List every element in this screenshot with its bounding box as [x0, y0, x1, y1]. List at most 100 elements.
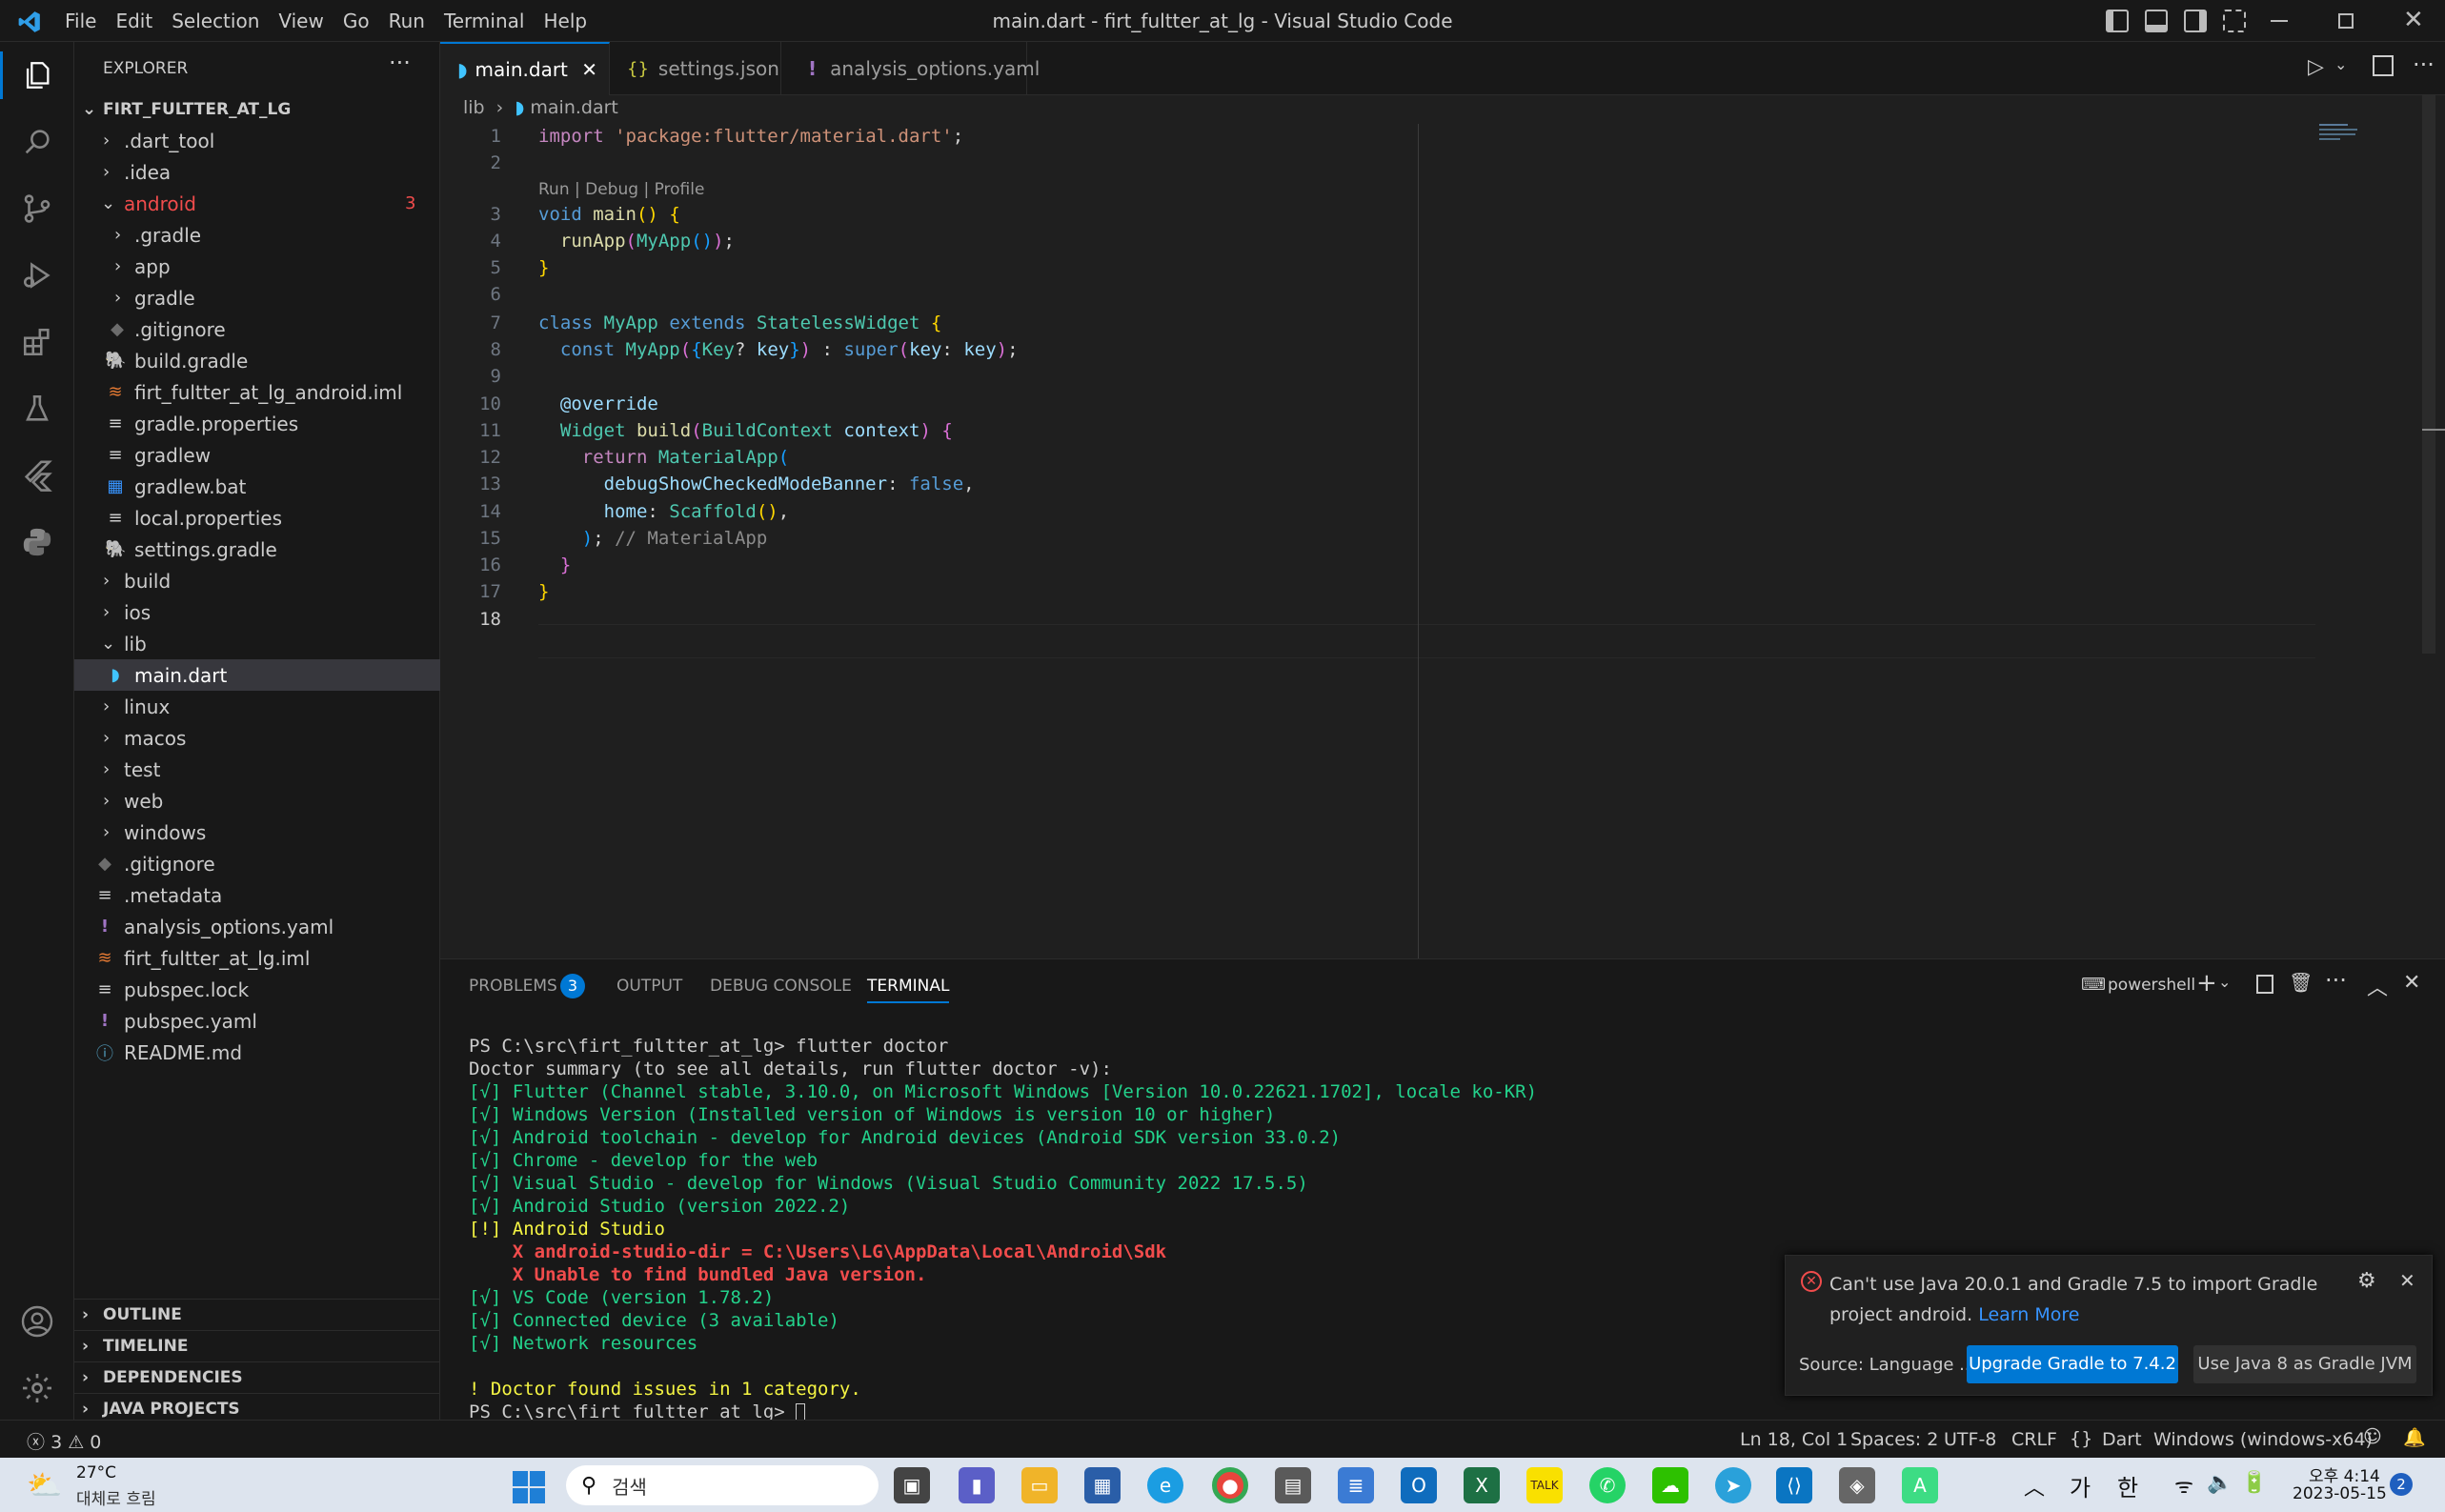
- breadcrumb-file[interactable]: main.dart: [530, 97, 617, 118]
- tree-item-gradlew[interactable]: ≡ gradlew: [74, 439, 440, 471]
- problems-status[interactable]: ⓧ 3 ⚠ 0: [27, 1428, 101, 1454]
- volume-icon[interactable]: 🔈: [2207, 1471, 2233, 1495]
- close-tab-icon[interactable]: ✕: [581, 58, 597, 81]
- tree-item-gradle[interactable]: › gradle: [74, 282, 440, 313]
- menu-edit[interactable]: Edit: [106, 10, 162, 32]
- menu-go[interactable]: Go: [333, 10, 379, 32]
- feedback-icon[interactable]: ☺: [2363, 1426, 2382, 1447]
- tree-item-analysis-options[interactable]: ! analysis_options.yaml: [74, 911, 440, 942]
- customize-layout-icon[interactable]: [2223, 10, 2246, 32]
- vscode-taskbar-icon[interactable]: ⟨⟩: [1776, 1467, 1812, 1503]
- source-control-icon[interactable]: [13, 185, 61, 232]
- tab-debug-console[interactable]: DEBUG CONSOLE: [710, 977, 852, 996]
- codelens-run-debug-profile[interactable]: Run | Debug | Profile: [538, 180, 704, 199]
- menu-file[interactable]: File: [55, 10, 106, 32]
- tree-item-root-iml[interactable]: ≋ firt_fultter_at_lg.iml: [74, 942, 440, 974]
- tab-settings-json[interactable]: {} settings.json: [610, 42, 781, 95]
- microsoft-store-icon[interactable]: ▦: [1084, 1467, 1121, 1503]
- split-terminal-icon[interactable]: [2256, 975, 2273, 994]
- tree-item-metadata[interactable]: ≡ .metadata: [74, 879, 440, 911]
- menu-terminal[interactable]: Terminal: [434, 10, 535, 32]
- panel-more-icon[interactable]: ···: [2325, 967, 2347, 994]
- tree-item-build[interactable]: › build: [74, 565, 440, 596]
- telegram-icon[interactable]: ➤: [1715, 1467, 1751, 1503]
- tray-overflow-chevron-icon[interactable]: ︿: [2024, 1471, 2045, 1502]
- notification-count-badge[interactable]: 2: [2390, 1473, 2413, 1496]
- tree-item-idea[interactable]: › .idea: [74, 156, 440, 188]
- restore-icon[interactable]: [2338, 13, 2354, 29]
- minimap[interactable]: [2319, 124, 2365, 152]
- split-editor-icon[interactable]: [2373, 55, 2394, 76]
- new-terminal-icon[interactable]: +: [2196, 969, 2217, 998]
- flutter-device[interactable]: Windows (windows-x64): [2153, 1429, 2373, 1450]
- wifi-icon[interactable]: ᯤ: [2174, 1471, 2193, 1500]
- encoding-status[interactable]: UTF-8: [1944, 1429, 1996, 1450]
- ime-hangul-indicator[interactable]: 가: [2070, 1469, 2091, 1502]
- clock-time[interactable]: 오후 4:14: [2309, 1462, 2380, 1486]
- tree-item-web[interactable]: › web: [74, 785, 440, 816]
- tree-item-gradle-hidden[interactable]: › .gradle: [74, 219, 440, 251]
- use-java8-button[interactable]: Use Java 8 as Gradle JVM: [2193, 1345, 2416, 1383]
- wechat-icon[interactable]: ☁: [1652, 1467, 1688, 1503]
- kill-terminal-trash-icon[interactable]: 🗑: [2289, 971, 2313, 994]
- toggle-panel-icon[interactable]: [2145, 10, 2168, 32]
- tab-main-dart[interactable]: ◗ main.dart ✕: [440, 42, 610, 95]
- run-file-icon[interactable]: ▷: [2308, 55, 2324, 79]
- menu-view[interactable]: View: [269, 10, 333, 32]
- tree-item-android[interactable]: ⌄ android 3: [74, 188, 440, 219]
- excel-icon[interactable]: X: [1464, 1467, 1500, 1503]
- menu-run[interactable]: Run: [379, 10, 434, 32]
- task-view-icon[interactable]: ▣: [894, 1467, 930, 1503]
- tree-item-test[interactable]: › test: [74, 754, 440, 785]
- tree-item-ios[interactable]: › ios: [74, 596, 440, 628]
- tab-problems[interactable]: PROBLEMS: [469, 977, 557, 996]
- ime-language-indicator[interactable]: 한: [2117, 1469, 2138, 1502]
- battery-charging-icon[interactable]: 🔋: [2241, 1471, 2267, 1495]
- kakaotalk-icon[interactable]: TALK: [1526, 1467, 1563, 1503]
- tree-item-linux[interactable]: › linux: [74, 691, 440, 722]
- breadcrumb-folder[interactable]: lib: [463, 97, 485, 118]
- explorer-more-icon[interactable]: ···: [389, 50, 411, 76]
- outlook-icon[interactable]: O: [1401, 1467, 1437, 1503]
- notifications-bell-icon[interactable]: 🔔: [2403, 1426, 2426, 1448]
- tree-item-gradle-properties[interactable]: ≡ gradle.properties: [74, 408, 440, 439]
- extensions-icon[interactable]: [13, 318, 61, 366]
- tree-item-windows[interactable]: › windows: [74, 816, 440, 848]
- section-timeline[interactable]: › TIMELINE: [74, 1330, 440, 1361]
- python-icon[interactable]: [13, 518, 61, 566]
- indentation-status[interactable]: Spaces: 2: [1850, 1429, 1938, 1450]
- toggle-primary-sidebar-icon[interactable]: [2106, 10, 2129, 32]
- tree-item-gitignore-root[interactable]: ◆ .gitignore: [74, 848, 440, 879]
- run-debug-icon[interactable]: [13, 252, 61, 299]
- file-explorer-icon[interactable]: ▭: [1021, 1467, 1058, 1503]
- tab-terminal[interactable]: TERMINAL: [867, 977, 950, 1003]
- notification-close-icon[interactable]: ✕: [2399, 1269, 2415, 1292]
- toggle-secondary-sidebar-icon[interactable]: [2184, 10, 2207, 32]
- tree-item-pubspec-yaml[interactable]: ! pubspec.yaml: [74, 1005, 440, 1037]
- editor-more-icon[interactable]: ···: [2413, 51, 2435, 78]
- tree-item-app[interactable]: › app: [74, 251, 440, 282]
- android-studio-icon[interactable]: A: [1902, 1467, 1938, 1503]
- cursor-position[interactable]: Ln 18, Col 1: [1740, 1429, 1848, 1450]
- tree-item-dart_tool[interactable]: › .dart_tool: [74, 125, 440, 156]
- minimize-icon[interactable]: [2271, 20, 2288, 22]
- tree-item-gitignore-android[interactable]: ◆ .gitignore: [74, 313, 440, 345]
- manage-gear-icon[interactable]: [13, 1364, 61, 1412]
- terminal-dropdown-icon[interactable]: ⌄: [2218, 973, 2231, 991]
- tab-output[interactable]: OUTPUT: [616, 977, 682, 996]
- tab-analysis-options[interactable]: ! analysis_options.yaml: [781, 42, 1040, 95]
- tree-item-readme[interactable]: ⓘ README.md: [74, 1037, 440, 1068]
- tree-item-settings-gradle[interactable]: 🐘 settings.gradle: [74, 534, 440, 565]
- tree-item-build-gradle[interactable]: 🐘 build.gradle: [74, 345, 440, 376]
- tree-item-local-properties[interactable]: ≡ local.properties: [74, 502, 440, 534]
- tree-item-gradlew-bat[interactable]: ▦ gradlew.bat: [74, 471, 440, 502]
- tree-item-android-iml[interactable]: ≋ firt_fultter_at_lg_android.iml: [74, 376, 440, 408]
- vertical-scrollbar[interactable]: [2422, 95, 2435, 654]
- testing-icon[interactable]: [13, 385, 61, 433]
- notepad-icon[interactable]: ≣: [1338, 1467, 1374, 1503]
- menu-selection[interactable]: Selection: [162, 10, 269, 32]
- tree-item-pubspec-lock[interactable]: ≡ pubspec.lock: [74, 974, 440, 1005]
- flutter-icon[interactable]: [13, 452, 61, 499]
- eol-status[interactable]: CRLF: [2011, 1429, 2057, 1450]
- workspace-root[interactable]: ⌄ FIRT_FULTTER_AT_LG: [74, 93, 440, 125]
